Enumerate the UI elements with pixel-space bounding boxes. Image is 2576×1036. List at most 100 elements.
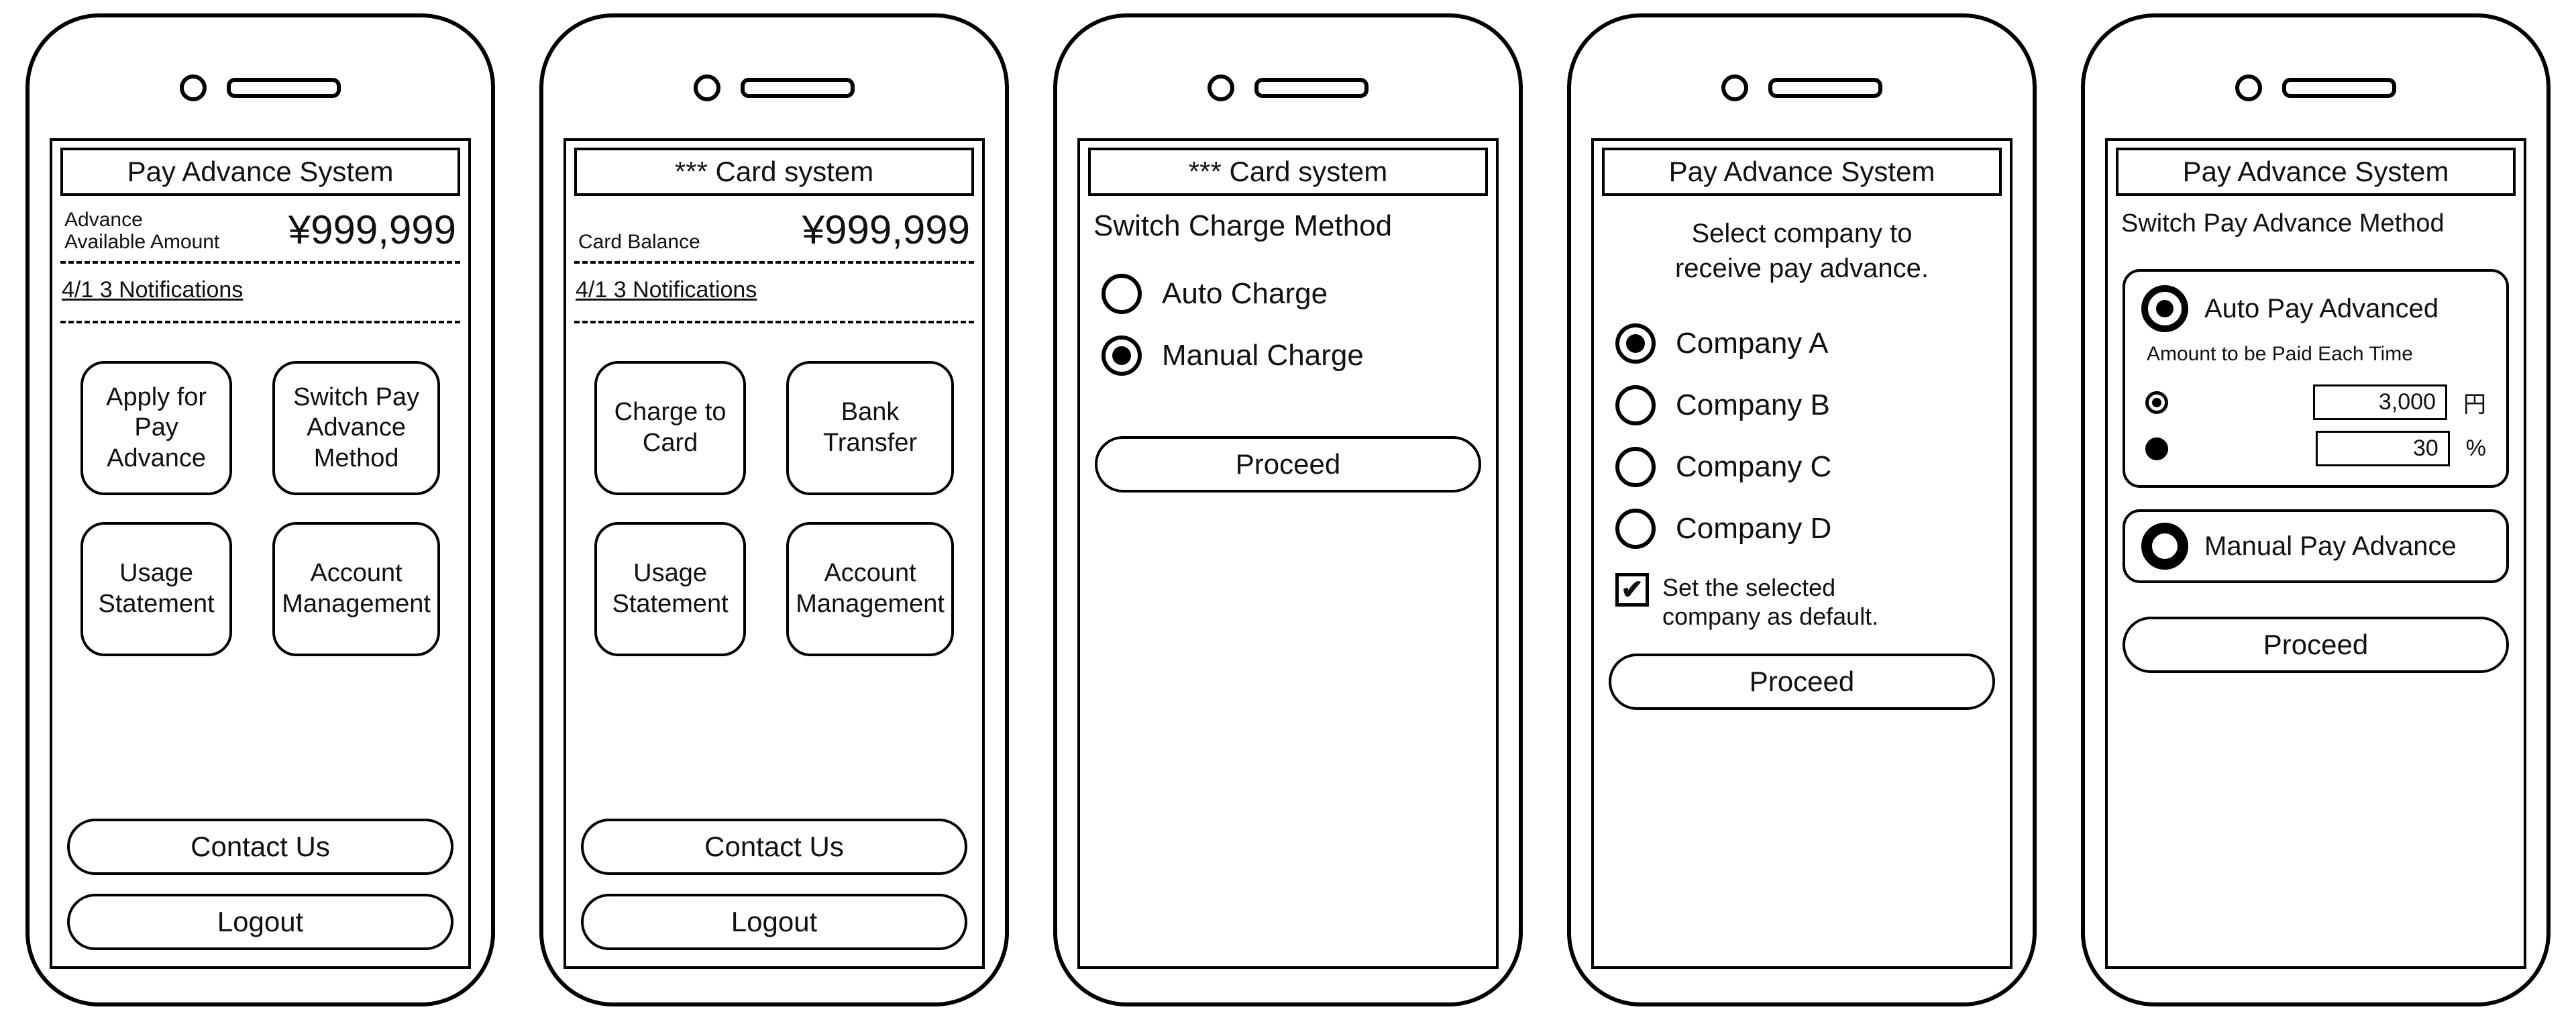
proceed-button[interactable]: Proceed	[1095, 436, 1481, 493]
balance-label: Card Balance	[578, 231, 700, 253]
radio-label: Manual Pay Advance	[2204, 531, 2457, 562]
page-subtitle: Select company to receive pay advance.	[1602, 196, 2002, 313]
phone-mockup-1: Pay Advance System Advance Available Amo…	[25, 13, 495, 1006]
auto-pay-radio[interactable]: Auto Pay Advanced	[2141, 285, 2490, 332]
radio-icon	[1102, 335, 1142, 376]
contact-us-button[interactable]: Contact Us	[67, 819, 453, 875]
radio-label: Company B	[1676, 389, 1830, 422]
logout-button[interactable]: Logout	[581, 894, 967, 950]
radio-icon	[1615, 323, 1656, 364]
switch-method-button[interactable]: Switch Pay Advance Method	[272, 361, 440, 495]
divider	[60, 321, 460, 323]
page-subtitle: Switch Charge Method	[1088, 196, 1488, 263]
bank-transfer-button[interactable]: Bank Transfer	[786, 361, 954, 495]
proceed-button[interactable]: Proceed	[1609, 654, 1995, 710]
balance-row: Card Balance ¥999,999	[574, 196, 974, 256]
speaker-icon	[741, 78, 855, 98]
camera-icon	[694, 74, 720, 101]
company-c-radio[interactable]: Company C	[1602, 436, 2002, 498]
fixed-amount-radio[interactable]: 3,000 円	[2141, 379, 2490, 425]
camera-icon	[2235, 74, 2262, 101]
company-d-radio[interactable]: Company D	[1602, 498, 2002, 560]
radio-icon	[1102, 274, 1142, 314]
account-management-button[interactable]: Account Management	[786, 522, 954, 656]
tile-grid: Apply for Pay Advance Switch Pay Advance…	[60, 334, 460, 683]
radio-icon	[1615, 509, 1656, 549]
screen-3: *** Card system Switch Charge Method Aut…	[1077, 138, 1499, 969]
auto-charge-radio[interactable]: Auto Charge	[1088, 263, 1488, 325]
auto-pay-group[interactable]: Auto Pay Advanced Amount to be Paid Each…	[2123, 269, 2509, 488]
radio-icon	[2141, 285, 2188, 332]
checkbox-icon: ✔	[1615, 573, 1649, 607]
percent-amount-radio[interactable]: 30 %	[2141, 425, 2490, 472]
phone-top-bezel	[564, 38, 985, 138]
charge-to-card-button[interactable]: Charge to Card	[594, 361, 746, 495]
radio-icon	[1615, 447, 1656, 487]
phone-top-bezel	[1077, 38, 1499, 138]
speaker-icon	[2282, 78, 2396, 98]
notifications-link[interactable]: 4/1 3 Notifications	[60, 274, 460, 315]
radio-label: Auto Charge	[1162, 277, 1328, 311]
account-management-button[interactable]: Account Management	[272, 522, 440, 656]
balance-amount: ¥999,999	[288, 207, 456, 253]
phone-mockup-4: Pay Advance System Select company to rec…	[1567, 13, 2037, 1006]
manual-pay-radio[interactable]: Manual Pay Advance	[2141, 523, 2490, 570]
divider	[574, 261, 974, 264]
usage-statement-button[interactable]: Usage Statement	[594, 522, 746, 656]
screen-1: Pay Advance System Advance Available Amo…	[50, 138, 471, 969]
camera-icon	[180, 74, 207, 101]
radio-icon	[2141, 523, 2188, 570]
radio-icon	[2145, 437, 2168, 460]
phone-mockup-5: Pay Advance System Switch Pay Advance Me…	[2081, 13, 2551, 1006]
page-title: Pay Advance System	[2116, 148, 2516, 196]
radio-icon	[2145, 391, 2168, 414]
proceed-button[interactable]: Proceed	[2123, 617, 2509, 673]
unit-label: 円	[2463, 386, 2486, 419]
contact-us-button[interactable]: Contact Us	[581, 819, 967, 875]
percent-amount-input[interactable]: 30	[2316, 431, 2450, 466]
page-title: Pay Advance System	[60, 148, 460, 196]
radio-label: Company D	[1676, 512, 1831, 546]
apply-pay-advance-button[interactable]: Apply for Pay Advance	[80, 361, 232, 495]
radio-icon	[1615, 385, 1656, 425]
checkbox-label: Set the selected company as default.	[1662, 573, 1878, 631]
phone-top-bezel	[2105, 38, 2526, 138]
balance-row: Advance Available Amount ¥999,999	[60, 196, 460, 256]
phone-mockup-2: *** Card system Card Balance ¥999,999 4/…	[539, 13, 1009, 1006]
camera-icon	[1721, 74, 1748, 101]
divider	[60, 261, 460, 264]
company-a-radio[interactable]: Company A	[1602, 313, 2002, 374]
screen-2: *** Card system Card Balance ¥999,999 4/…	[564, 138, 985, 969]
default-company-checkbox[interactable]: ✔ Set the selected company as default.	[1602, 560, 2002, 644]
company-b-radio[interactable]: Company B	[1602, 374, 2002, 436]
camera-icon	[1208, 74, 1234, 101]
balance-amount: ¥999,999	[802, 207, 970, 253]
speaker-icon	[1254, 78, 1368, 98]
phone-top-bezel	[1591, 38, 2012, 138]
page-title: Pay Advance System	[1602, 148, 2002, 196]
usage-statement-button[interactable]: Usage Statement	[80, 522, 232, 656]
page-title: *** Card system	[1088, 148, 1488, 196]
manual-pay-group[interactable]: Manual Pay Advance	[2123, 509, 2509, 583]
logout-button[interactable]: Logout	[67, 894, 453, 950]
notifications-link[interactable]: 4/1 3 Notifications	[574, 274, 974, 315]
speaker-icon	[1768, 78, 1882, 98]
screen-5: Pay Advance System Switch Pay Advance Me…	[2105, 138, 2526, 969]
radio-label: Company C	[1676, 450, 1831, 484]
radio-label: Company A	[1676, 327, 1828, 360]
page-subtitle: Switch Pay Advance Method	[2116, 196, 2516, 258]
phone-top-bezel	[50, 38, 471, 138]
tile-grid: Charge to Card Bank Transfer Usage State…	[574, 334, 974, 683]
divider	[574, 321, 974, 323]
manual-charge-radio[interactable]: Manual Charge	[1088, 325, 1488, 386]
phone-mockup-3: *** Card system Switch Charge Method Aut…	[1053, 13, 1523, 1006]
amount-note: Amount to be Paid Each Time	[2141, 332, 2490, 379]
fixed-amount-input[interactable]: 3,000	[2313, 384, 2447, 420]
speaker-icon	[227, 78, 341, 98]
unit-label: %	[2466, 435, 2486, 462]
radio-label: Auto Pay Advanced	[2204, 294, 2438, 324]
page-title: *** Card system	[574, 148, 974, 196]
radio-label: Manual Charge	[1162, 339, 1364, 372]
screen-4: Pay Advance System Select company to rec…	[1591, 138, 2012, 969]
balance-label: Advance Available Amount	[64, 209, 219, 253]
